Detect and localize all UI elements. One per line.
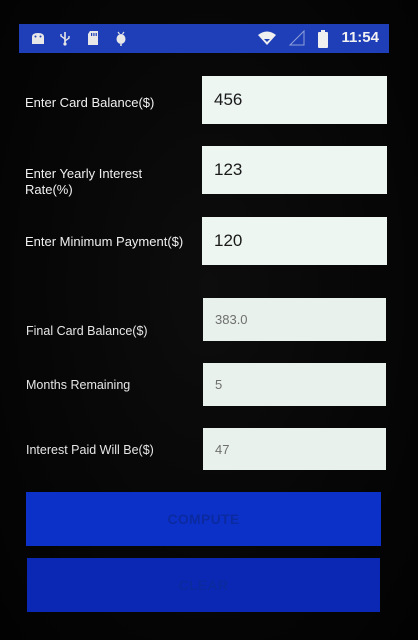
signal-icon — [288, 29, 305, 50]
usb-icon — [58, 30, 72, 50]
status-bar: 11:54 — [19, 24, 389, 53]
compute-button[interactable]: COMPUTE — [26, 492, 381, 546]
final-balance-label: Final Card Balance($) — [26, 324, 148, 338]
android-icon — [30, 30, 46, 50]
card-balance-label: Enter Card Balance($) — [25, 95, 155, 110]
bug-icon — [113, 30, 129, 50]
min-payment-label: Enter Minimum Payment($) — [25, 234, 184, 249]
clear-button[interactable]: CLEAR — [27, 558, 380, 612]
interest-rate-input[interactable]: 123 — [202, 146, 387, 194]
interest-paid-value: 47 — [203, 428, 386, 470]
final-balance-value: 383.0 — [203, 298, 386, 341]
interest-paid-label: Interest Paid Will Be($) — [26, 443, 154, 457]
wifi-icon — [257, 30, 277, 50]
status-time: 11:54 — [341, 29, 379, 46]
battery-icon — [318, 30, 328, 52]
min-payment-input[interactable]: 120 — [202, 217, 387, 265]
interest-rate-label: Enter Yearly Interest Rate(%) — [25, 166, 143, 197]
months-remaining-value: 5 — [203, 363, 386, 406]
card-balance-input[interactable]: 456 — [202, 76, 387, 124]
app-screen: 11:54 Enter Card Balance($) 456 Enter Ye… — [0, 0, 418, 640]
sd-card-icon — [86, 30, 100, 50]
months-remaining-label: Months Remaining — [26, 378, 131, 392]
